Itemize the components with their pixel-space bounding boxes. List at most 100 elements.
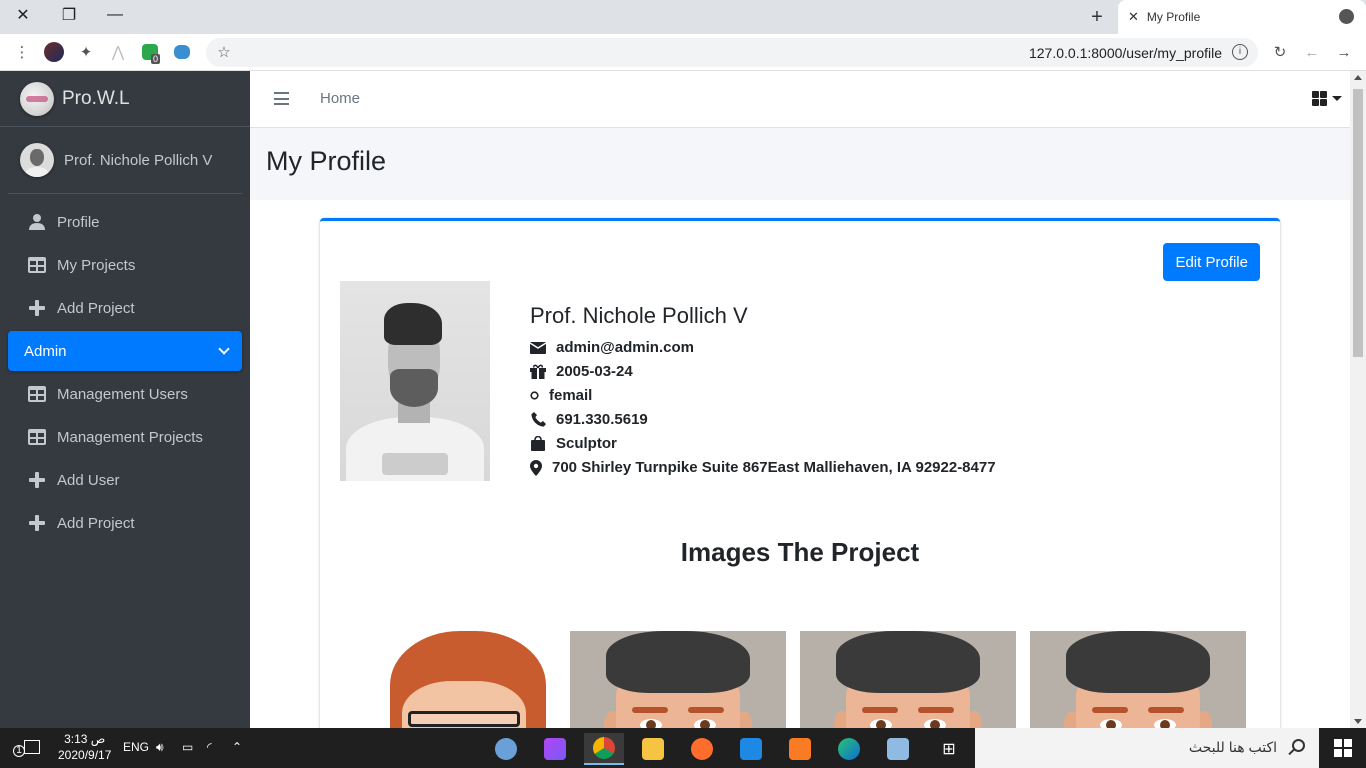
sidebar-item-label: Management Projects	[57, 428, 203, 446]
language-indicator[interactable]: ENG	[123, 740, 149, 754]
menu-dots-icon[interactable]: ⋮	[12, 42, 32, 62]
caret-down-icon	[1332, 96, 1342, 101]
brand-logo	[20, 81, 54, 116]
task-view-icon[interactable]: ⊞	[929, 733, 969, 765]
profile-address: 700 Shirley Turnpike Suite 867East Malli…	[552, 459, 996, 476]
profile-card: Edit Profile Prof. Nichole Pollich V adm…	[320, 218, 1280, 741]
sidebar-nav: Profile My Projects Add Project Admin Ma…	[0, 194, 250, 543]
sublime-icon[interactable]	[682, 733, 722, 765]
home-link[interactable]: Home	[320, 90, 360, 107]
grid-icon	[1312, 91, 1327, 106]
sidebar-item-label: Management Users	[57, 385, 188, 403]
tab-close-icon[interactable]: ✕	[1128, 9, 1139, 25]
scroll-up-arrow-icon[interactable]	[1354, 75, 1362, 80]
site-info-icon[interactable]: i	[1232, 44, 1248, 60]
minimize-window-icon[interactable]: —	[92, 0, 138, 30]
map-marker-icon	[530, 459, 542, 476]
back-icon[interactable]: ←	[1302, 42, 1322, 62]
reload-icon[interactable]: ↻	[1270, 42, 1290, 62]
battery-icon[interactable]: ▭	[182, 740, 193, 754]
phone-icon	[530, 412, 546, 428]
profile-phone-row: 691.330.5619	[530, 411, 648, 428]
scroll-down-arrow-icon[interactable]	[1354, 719, 1362, 724]
brand-text: Pro.W.L	[62, 87, 130, 109]
address-bar: ⋮ ✦ ⋀ 0 ☆ 127.0.0.1:8000/user/my_profile…	[0, 34, 1366, 71]
volume-icon[interactable]: 🔊︎	[156, 740, 164, 755]
close-window-icon[interactable]: ✕	[0, 0, 46, 30]
sidebar-item-label: Add Project	[57, 299, 135, 317]
extension-owl-icon[interactable]	[172, 42, 192, 62]
clock-time: 3:13 ص	[64, 732, 106, 746]
xampp-icon[interactable]	[780, 733, 820, 765]
sidebar-item-add-project[interactable]: Add Project	[8, 288, 242, 328]
extension-a-icon[interactable]: ⋀	[108, 42, 128, 62]
profile-gender-row: femail	[530, 387, 592, 404]
sidebar-item-label: Admin	[24, 342, 67, 360]
extensions-icon[interactable]: ✦	[76, 42, 96, 62]
forward-icon[interactable]: →	[1334, 42, 1354, 62]
user-name[interactable]: Prof. Nichole Pollich V	[64, 152, 212, 169]
phpstorm-icon[interactable]	[535, 733, 575, 765]
profile-gender: femail	[549, 387, 593, 404]
sidebar-item-admin[interactable]: Admin	[8, 331, 242, 371]
scroll-thumb[interactable]	[1353, 89, 1363, 357]
edit-profile-button[interactable]: Edit Profile	[1163, 243, 1260, 281]
table-icon	[27, 427, 47, 447]
bookmark-star-icon[interactable]: ☆	[214, 42, 234, 62]
paint-app-icon[interactable]	[486, 733, 526, 765]
new-tab-button[interactable]: +	[1084, 4, 1110, 30]
gift-icon	[530, 364, 546, 380]
restore-window-icon[interactable]: ❐	[46, 0, 92, 30]
user-icon	[27, 212, 47, 232]
sidebar-item-my-projects[interactable]: My Projects	[8, 245, 242, 285]
profile-avatar-icon[interactable]	[44, 42, 64, 62]
project-image[interactable]	[570, 631, 786, 741]
clock-date: 2020/9/17	[58, 748, 112, 762]
plus-icon	[27, 470, 47, 490]
main-content: Edit Profile Prof. Nichole Pollich V adm…	[250, 200, 1350, 741]
chevron-down-icon	[218, 343, 230, 355]
omnibox[interactable]: ☆ 127.0.0.1:8000/user/my_profile i	[206, 38, 1258, 67]
url-text[interactable]: 127.0.0.1:8000/user/my_profile	[1029, 45, 1222, 61]
sidebar-item-add-user[interactable]: Add User	[8, 460, 242, 500]
hamburger-menu-icon[interactable]	[274, 92, 289, 105]
chrome-icon[interactable]	[584, 733, 624, 765]
chevron-up-icon[interactable]: ⌃	[232, 740, 242, 754]
search-icon	[1292, 739, 1305, 752]
page-scrollbar[interactable]	[1350, 71, 1366, 728]
wifi-icon[interactable]: ◜	[207, 740, 212, 754]
sidebar-item-label: Add User	[57, 471, 120, 489]
windows-start-icon[interactable]	[1334, 739, 1352, 757]
project-images-title: Images The Project	[680, 537, 920, 567]
table-icon	[27, 255, 47, 275]
vscode-icon[interactable]	[731, 733, 771, 765]
apps-dropdown[interactable]	[1312, 91, 1342, 106]
edge-icon[interactable]	[829, 733, 869, 765]
notification-center-icon[interactable]: 1	[13, 740, 40, 757]
browser-tabbar: ✕ ❐ — + ✕ My Profile	[0, 0, 1366, 34]
taskbar-search-placeholder: اكتب هنا للبحث	[1188, 739, 1277, 755]
page-title: My Profile	[266, 146, 387, 176]
file-explorer-icon[interactable]	[633, 733, 673, 765]
taskbar-search[interactable]: اكتب هنا للبحث	[975, 728, 1319, 768]
notification-count: 1	[13, 745, 25, 757]
browser-tab[interactable]: ✕ My Profile	[1118, 0, 1366, 34]
virtualbox-icon[interactable]	[878, 733, 918, 765]
sidebar-item-admin-add-project[interactable]: Add Project	[8, 503, 242, 543]
content-header: My Profile	[250, 128, 1350, 198]
plus-icon	[27, 298, 47, 318]
sidebar-item-management-projects[interactable]: Management Projects	[8, 417, 242, 457]
system-clock[interactable]: 3:13 ص 2020/9/17	[58, 731, 111, 763]
project-image[interactable]	[1030, 631, 1246, 741]
globe-icon	[1339, 9, 1354, 24]
extension-shield-icon[interactable]: 0	[140, 42, 161, 64]
table-icon	[27, 384, 47, 404]
sidebar-item-profile[interactable]: Profile	[8, 202, 242, 242]
sidebar-item-management-users[interactable]: Management Users	[8, 374, 242, 414]
sidebar: Pro.W.L Prof. Nichole Pollich V Profile …	[0, 71, 250, 728]
profile-job: Sculptor	[556, 435, 617, 452]
project-image[interactable]	[800, 631, 1016, 741]
project-image[interactable]	[340, 631, 556, 741]
user-panel[interactable]: Prof. Nichole Pollich V	[8, 127, 242, 194]
brand-link[interactable]: Pro.W.L	[0, 71, 250, 127]
